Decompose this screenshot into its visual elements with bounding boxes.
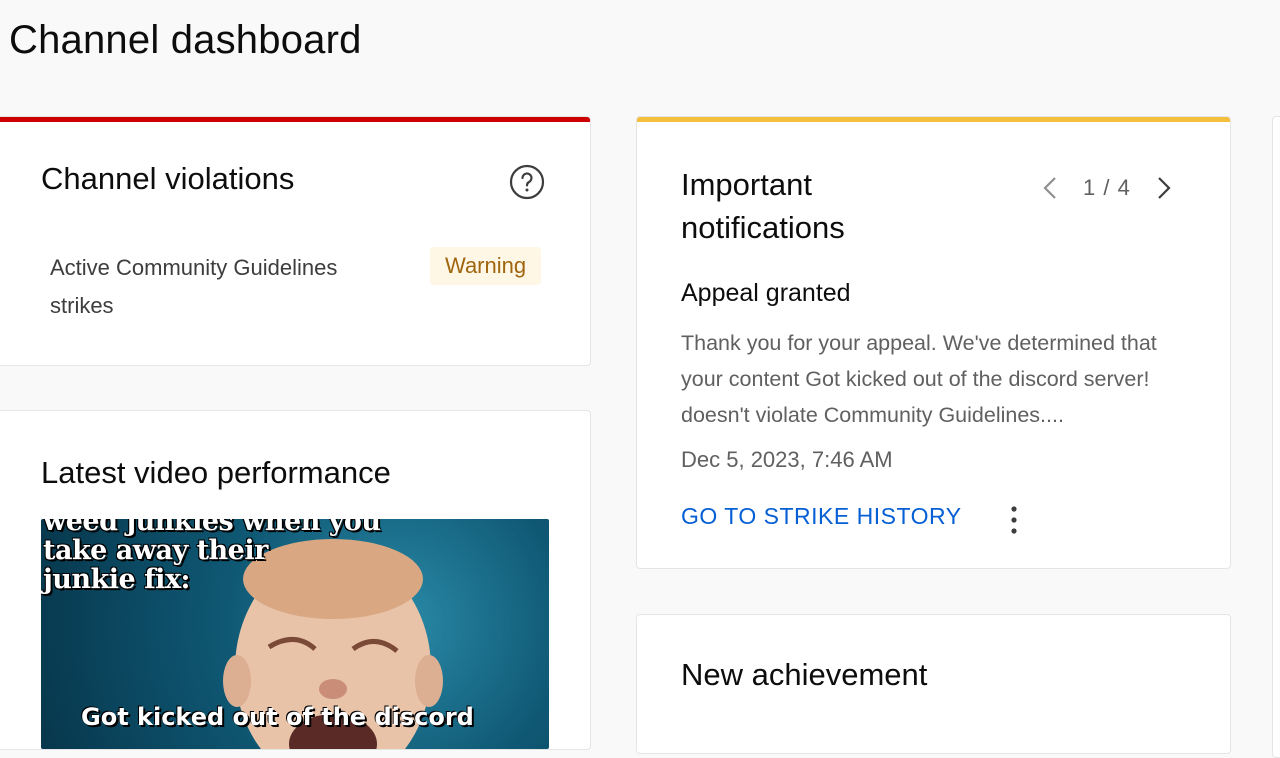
notification-date: Dec 5, 2023, 7:46 AM [681, 447, 893, 472]
go-to-strike-history-link[interactable]: GO TO STRIKE HISTORY [681, 503, 962, 530]
chevron-left-icon[interactable] [1037, 173, 1063, 203]
right-edge-card [1272, 116, 1280, 758]
chevron-right-icon[interactable] [1151, 173, 1177, 203]
thumbnail-caption-bottom: Got kicked out of the discord [81, 703, 474, 731]
violations-accent-bar [0, 117, 590, 122]
new-achievement-card: New achievement [636, 614, 1231, 754]
thumbnail-caption-top: weed junkies when you take away their ju… [43, 519, 381, 595]
video-title: Latest video performance [41, 455, 391, 490]
notifications-accent-bar [637, 117, 1230, 122]
achievement-title: New achievement [681, 657, 928, 692]
notifications-title: Important notifications [681, 167, 845, 245]
important-notifications-card: Important notifications 1 / 4 Appeal gra… [636, 116, 1231, 569]
strikes-label: Active Community Guidelines strikes [50, 255, 338, 318]
question-circle-icon[interactable] [509, 164, 545, 200]
pager-count: 1 / 4 [1083, 175, 1131, 200]
channel-violations-card: Channel violations Warning [0, 116, 591, 366]
notifications-pager: 1 / 4 [1037, 173, 1177, 203]
notification-heading: Appeal granted [681, 279, 851, 307]
warning-badge: Warning [430, 247, 542, 285]
violations-title: Channel violations [41, 161, 295, 196]
notification-body: Thank you for your appeal. We've determi… [681, 331, 1157, 427]
video-thumbnail[interactable]: weed junkies when you take away their ju… [41, 519, 549, 749]
page-title: Channel dashboard [9, 18, 362, 62]
latest-video-card: Latest video performance weed junkies wh… [0, 410, 591, 750]
more-vert-icon[interactable] [1001, 503, 1027, 537]
